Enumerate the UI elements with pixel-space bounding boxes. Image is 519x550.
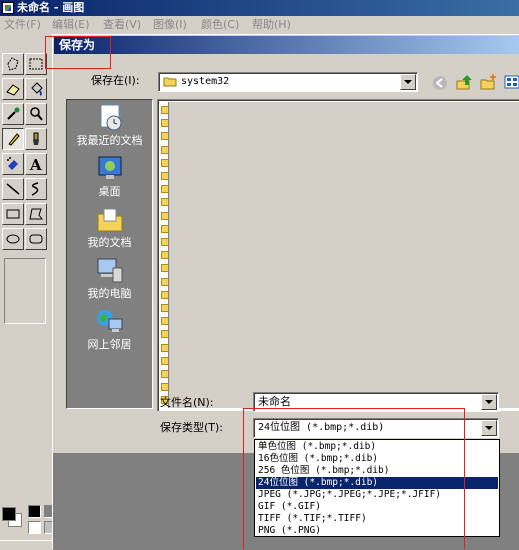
back-arrow-icon: [433, 76, 447, 90]
window-title: 未命名 - 画图: [17, 1, 85, 14]
filetype-label: 保存类型(T):: [160, 421, 224, 434]
eraser-tool[interactable]: [2, 78, 24, 100]
menu-help[interactable]: 帮助(H): [250, 17, 293, 33]
fill-tool[interactable]: [25, 78, 47, 100]
new-folder-icon: [480, 74, 496, 90]
filetype-dropdown-button[interactable]: [481, 420, 497, 436]
brush-icon: [33, 132, 39, 145]
polygon-tool[interactable]: [25, 203, 47, 225]
places-bar: 我最近的文档 桌面 我的文档 我的电脑 网上邻居: [66, 99, 153, 409]
filename-input[interactable]: 未命名: [258, 395, 291, 409]
network-places-icon: [97, 310, 123, 332]
new-folder-button[interactable]: [479, 73, 497, 91]
rounded-rectangle-tool[interactable]: [25, 228, 47, 250]
place-my-computer[interactable]: 我的电脑: [67, 256, 152, 306]
airbrush-tool[interactable]: [2, 153, 24, 175]
folder-icon: [163, 77, 177, 87]
file-list-view[interactable]: [168, 102, 519, 408]
magnifier-tool[interactable]: [25, 103, 47, 125]
view-menu-button[interactable]: [503, 73, 519, 91]
rectangle-tool[interactable]: [2, 203, 24, 225]
recent-documents-icon: [100, 104, 122, 131]
line-icon: [6, 183, 20, 195]
place-label: 我最近的文档: [76, 134, 143, 147]
current-colors[interactable]: [0, 503, 26, 537]
paint-title-bar: 未命名 - 画图: [0, 0, 519, 16]
file-list[interactable]: [157, 99, 519, 411]
curve-tool[interactable]: [25, 178, 47, 200]
filename-dropdown-button[interactable]: [481, 394, 497, 410]
paint-bucket-icon: [31, 82, 43, 96]
menu-bar: 文件(F) 编辑(E) 查看(V) 图像(I) 颜色(C) 帮助(H): [0, 16, 519, 34]
place-label: 网上邻居: [87, 338, 132, 351]
place-label: 我的文档: [87, 236, 132, 249]
save-in-dropdown-button[interactable]: [400, 74, 416, 90]
dialog-title-bar: 保存为: [54, 36, 519, 54]
airbrush-icon: [7, 157, 18, 170]
rounded-rectangle-icon: [29, 234, 43, 244]
save-in-label: 保存在(I):: [91, 74, 140, 87]
rect-select-icon: [29, 58, 43, 70]
ellipse-icon: [6, 234, 20, 244]
desktop-icon: [98, 156, 122, 179]
place-desktop[interactable]: 桌面: [67, 154, 152, 204]
my-computer-icon: [97, 258, 123, 283]
place-my-documents[interactable]: 我的文档: [67, 205, 152, 255]
save-in-value: system32: [181, 76, 230, 87]
free-select-icon: [7, 57, 19, 71]
up-folder-icon: [456, 75, 472, 90]
text-icon: A: [29, 156, 42, 172]
menu-image[interactable]: 图像(I): [151, 17, 189, 33]
place-label: 桌面: [98, 185, 121, 198]
menu-file[interactable]: 文件(F): [2, 17, 43, 33]
pencil-icon: [8, 133, 20, 146]
free-select-tool[interactable]: [2, 53, 24, 75]
text-tool[interactable]: A: [25, 153, 47, 175]
highlight-filetype: [243, 408, 465, 549]
filename-label: 文件名(N):: [160, 396, 214, 409]
pencil-tool[interactable]: [2, 128, 24, 150]
paint-app-icon: [2, 2, 14, 14]
menu-view[interactable]: 查看(V): [101, 17, 143, 33]
tool-options-box[interactable]: [4, 258, 46, 324]
rect-select-tool[interactable]: [25, 53, 47, 75]
color-picker-tool[interactable]: [2, 103, 24, 125]
my-documents-icon: [97, 208, 123, 232]
polygon-icon: [29, 208, 43, 220]
view-list-icon: [504, 75, 519, 89]
up-folder-button[interactable]: [455, 73, 473, 91]
eyedropper-icon: [7, 107, 20, 120]
magnifier-icon: [30, 107, 43, 121]
palette-swatch[interactable]: [28, 505, 41, 518]
save-in-combo[interactable]: system32: [158, 72, 418, 92]
brush-tool[interactable]: [25, 128, 47, 150]
svg-text:A: A: [29, 156, 42, 172]
place-network[interactable]: 网上邻居: [67, 307, 152, 357]
rectangle-icon: [6, 209, 20, 219]
curve-icon: [31, 182, 39, 196]
line-tool[interactable]: [2, 178, 24, 200]
menu-edit[interactable]: 编辑(E): [50, 17, 92, 33]
eraser-icon: [6, 84, 20, 96]
menu-colors[interactable]: 颜色(C): [199, 17, 241, 33]
back-button[interactable]: [431, 74, 449, 92]
place-label: 我的电脑: [87, 287, 132, 300]
highlight-dialog-title: [45, 36, 111, 69]
palette-swatch[interactable]: [28, 521, 41, 534]
foreground-color-swatch[interactable]: [2, 507, 16, 521]
place-recent-documents[interactable]: 我最近的文档: [67, 103, 152, 153]
ellipse-tool[interactable]: [2, 228, 24, 250]
